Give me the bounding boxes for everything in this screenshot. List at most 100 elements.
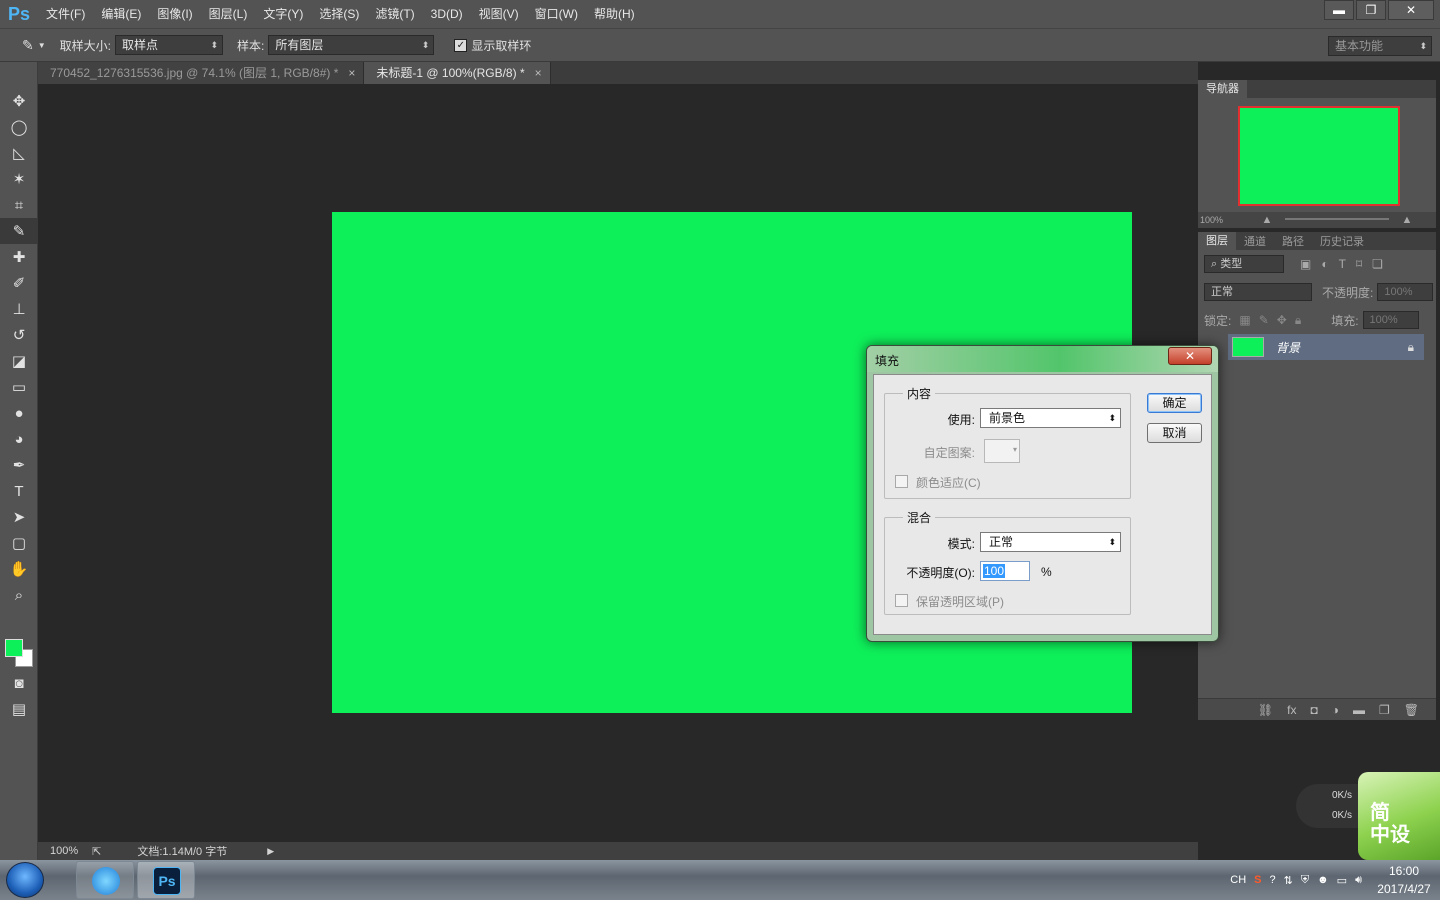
color-adapt-checkbox[interactable] xyxy=(895,475,908,488)
menu-view[interactable]: 视图(V) xyxy=(471,0,527,28)
close-tab-icon[interactable]: × xyxy=(348,66,355,80)
qq-icon[interactable]: ☻ xyxy=(1317,874,1329,886)
minimize-button[interactable]: ▬ xyxy=(1324,0,1354,20)
start-button[interactable] xyxy=(6,862,44,898)
crop-tool-icon[interactable]: ⌗ xyxy=(0,192,38,218)
menu-filter[interactable]: 滤镜(T) xyxy=(367,0,422,28)
adjustment-layer-icon[interactable]: ◑ xyxy=(1332,703,1339,717)
link-layers-icon[interactable]: ⛓ xyxy=(1258,703,1273,717)
eraser-tool-icon[interactable]: ◪ xyxy=(0,348,38,374)
clock[interactable]: 16:00 2017/4/27 xyxy=(1368,862,1440,898)
menu-3d[interactable]: 3D(D) xyxy=(423,0,471,28)
type-tool-icon[interactable]: T xyxy=(0,478,38,504)
tab-navigator[interactable]: 导航器 xyxy=(1198,80,1247,98)
navigator-preview[interactable] xyxy=(1238,106,1400,206)
help-icon[interactable]: ? xyxy=(1269,874,1275,886)
close-tab-icon[interactable]: × xyxy=(535,66,542,80)
brush-tool-icon[interactable]: ✐ xyxy=(0,270,38,296)
zoom-in-icon[interactable]: ▲ xyxy=(1401,214,1412,226)
new-layer-icon[interactable]: ❐ xyxy=(1379,703,1390,717)
close-window-button[interactable]: ✕ xyxy=(1388,0,1434,20)
lock-position-icon[interactable]: ✥ xyxy=(1277,313,1287,327)
tab-history[interactable]: 历史记录 xyxy=(1312,233,1372,249)
screen-mode-icon[interactable]: ▤ xyxy=(0,696,38,722)
hand-tool-icon[interactable]: ✋ xyxy=(0,556,38,582)
taskbar-app-browser[interactable] xyxy=(76,861,134,899)
blur-tool-icon[interactable]: ● xyxy=(0,400,38,426)
filter-type-icon[interactable]: T xyxy=(1339,257,1346,271)
workspace-select[interactable]: 基本功能 ⬍ xyxy=(1328,36,1432,56)
eyedropper-tool-icon[interactable]: ✎ xyxy=(0,218,38,244)
eyedropper-icon[interactable]: ✎ xyxy=(22,37,34,54)
sample-size-select[interactable]: 取样点 ⬍ xyxy=(115,35,223,55)
move-tool-icon[interactable]: ✥ xyxy=(0,88,38,114)
lock-transparent-icon[interactable]: ▦ xyxy=(1239,313,1250,327)
export-icon[interactable]: ⇱ xyxy=(92,845,101,858)
zoom-tool-icon[interactable]: ⌕ xyxy=(0,582,38,608)
opacity-input[interactable]: 100% xyxy=(1377,283,1434,301)
path-selection-tool-icon[interactable]: ➤ xyxy=(0,504,38,530)
mode-select[interactable]: 正常 ⬍ xyxy=(980,532,1121,552)
layer-name[interactable]: 背景 xyxy=(1276,339,1300,356)
ok-button[interactable]: 确定 xyxy=(1147,393,1202,413)
new-group-icon[interactable]: ▬ xyxy=(1353,703,1365,717)
preserve-transparency-checkbox[interactable] xyxy=(895,594,908,607)
layer-row[interactable]: 背景 🔒︎ xyxy=(1228,334,1424,360)
lock-pixels-icon[interactable]: ✎ xyxy=(1259,313,1269,327)
tab-channels[interactable]: 通道 xyxy=(1236,233,1274,249)
status-menu-arrow-icon[interactable]: ▶ xyxy=(267,846,274,857)
language-indicator[interactable]: CH xyxy=(1230,874,1246,886)
cancel-button[interactable]: 取消 xyxy=(1147,423,1202,443)
magic-wand-tool-icon[interactable]: ✶ xyxy=(0,166,38,192)
menu-file[interactable]: 文件(F) xyxy=(38,0,93,28)
document-tab-active[interactable]: 未标题-1 @ 100%(RGB/8) * × xyxy=(364,62,551,84)
dialog-titlebar[interactable]: 填充 ✕ xyxy=(867,346,1218,372)
blend-mode-select[interactable]: 正常 xyxy=(1204,283,1312,301)
network-tray-icon[interactable]: ⇅ xyxy=(1284,874,1293,887)
menu-select[interactable]: 选择(S) xyxy=(311,0,367,28)
menu-type[interactable]: 文字(Y) xyxy=(255,0,311,28)
tab-layers[interactable]: 图层 xyxy=(1198,232,1236,250)
pen-tool-icon[interactable]: ✒ xyxy=(0,452,38,478)
gradient-tool-icon[interactable]: ▭ xyxy=(0,374,38,400)
menu-edit[interactable]: 编辑(E) xyxy=(93,0,149,28)
polygonal-lasso-tool-icon[interactable]: ◺ xyxy=(0,140,38,166)
tool-preset-dropdown-icon[interactable]: ▼ xyxy=(38,41,46,50)
foreground-color-swatch[interactable] xyxy=(5,639,23,657)
security-shield-icon[interactable]: ⛨ xyxy=(1301,874,1309,887)
opacity-field[interactable]: 100 xyxy=(980,561,1030,581)
add-mask-icon[interactable]: ◘ xyxy=(1311,703,1318,717)
layer-filter-select[interactable]: ⌕ 类型 xyxy=(1204,255,1284,273)
zoom-slider[interactable] xyxy=(1284,218,1389,220)
menu-help[interactable]: 帮助(H) xyxy=(586,0,643,28)
fill-input[interactable]: 100% xyxy=(1362,311,1419,329)
history-brush-tool-icon[interactable]: ↺ xyxy=(0,322,38,348)
document-tab[interactable]: 770452_1276315536.jpg @ 74.1% (图层 1, RGB… xyxy=(38,62,365,84)
ellipse-marquee-tool-icon[interactable]: ◯ xyxy=(0,114,38,140)
clone-stamp-tool-icon[interactable]: ⊥ xyxy=(0,296,38,322)
restore-button[interactable]: ❐ xyxy=(1356,0,1386,20)
show-ring-checkbox[interactable]: ✓ xyxy=(454,38,468,52)
sample-select[interactable]: 所有图层 ⬍ xyxy=(268,35,435,55)
zoom-level[interactable]: 100% xyxy=(50,845,78,857)
dodge-tool-icon[interactable]: ◕ xyxy=(0,426,38,452)
lock-all-icon[interactable]: 🔒︎ xyxy=(1295,313,1301,328)
filter-adjustment-icon[interactable]: ◐ xyxy=(1321,257,1328,271)
delete-layer-icon[interactable]: 🗑︎ xyxy=(1404,703,1419,717)
use-select[interactable]: 前景色 ⬍ xyxy=(980,408,1121,428)
volume-icon[interactable]: 🔊︎ xyxy=(1355,874,1362,887)
shape-tool-icon[interactable]: ▢ xyxy=(0,530,38,556)
zoom-out-icon[interactable]: ▲ xyxy=(1262,214,1273,226)
filter-pixel-icon[interactable]: ▣ xyxy=(1300,257,1311,271)
dialog-close-button[interactable]: ✕ xyxy=(1168,347,1212,365)
menu-layer[interactable]: 图层(L) xyxy=(201,0,256,28)
filter-smart-object-icon[interactable]: ❏ xyxy=(1372,257,1383,271)
menu-image[interactable]: 图像(I) xyxy=(149,0,200,28)
navigator-zoom-value[interactable]: 100% xyxy=(1200,215,1223,225)
taskbar-app-photoshop[interactable]: Ps xyxy=(137,861,195,899)
healing-brush-tool-icon[interactable]: ✚ xyxy=(0,244,38,270)
quick-mask-icon[interactable]: ◙ xyxy=(0,670,38,696)
tab-paths[interactable]: 路径 xyxy=(1274,233,1312,249)
menu-window[interactable]: 窗口(W) xyxy=(527,0,586,28)
layer-style-icon[interactable]: fx xyxy=(1287,703,1296,717)
